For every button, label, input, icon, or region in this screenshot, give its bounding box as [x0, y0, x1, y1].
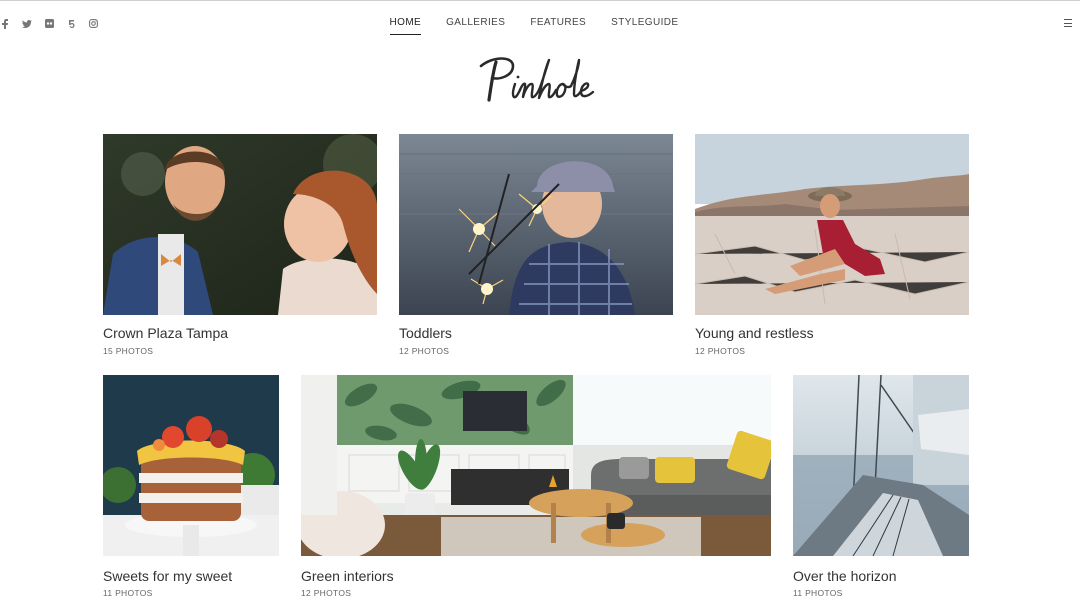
gallery-card[interactable]: Sweets for my sweet 11 PHOTOS — [103, 375, 279, 605]
gallery-title[interactable]: Young and restless — [695, 325, 814, 341]
gallery-title[interactable]: Sweets for my sweet — [103, 568, 232, 584]
gallery-count: 12 PHOTOS — [399, 346, 450, 356]
gallery-count: 12 PHOTOS — [695, 346, 746, 356]
gallery-count: 12 PHOTOS — [301, 588, 352, 598]
gallery-card[interactable]: Green interiors 12 PHOTOS — [301, 375, 771, 605]
top-border — [0, 0, 1080, 1]
gallery-title[interactable]: Crown Plaza Tampa — [103, 325, 228, 341]
menu-icon[interactable] — [1064, 19, 1072, 27]
gallery-image-cake[interactable] — [103, 375, 279, 556]
site-logo[interactable]: Pinhole — [0, 54, 1080, 113]
gallery-count: 11 PHOTOS — [793, 588, 843, 598]
main-nav: HOME GALLERIES FEATURES STYLEGUIDE — [0, 17, 1080, 35]
logo-wordmark-icon — [479, 57, 595, 102]
gallery-image-sailboat[interactable] — [793, 375, 969, 556]
nav-features[interactable]: FEATURES — [530, 17, 586, 35]
logo-text: Pinhole — [605, 54, 606, 55]
gallery-image-interior[interactable] — [301, 375, 771, 556]
gallery-image-toddler[interactable] — [399, 134, 673, 315]
gallery-card[interactable]: Toddlers 12 PHOTOS — [399, 134, 673, 364]
gallery-count: 11 PHOTOS — [103, 588, 153, 598]
gallery-image-wedding[interactable] — [103, 134, 377, 315]
nav-galleries[interactable]: GALLERIES — [446, 17, 505, 35]
gallery-count: 15 PHOTOS — [103, 346, 154, 356]
nav-styleguide[interactable]: STYLEGUIDE — [611, 17, 678, 35]
gallery-title[interactable]: Over the horizon — [793, 568, 897, 584]
gallery-image-desert[interactable] — [695, 134, 969, 315]
gallery-title[interactable]: Green interiors — [301, 568, 394, 584]
nav-home[interactable]: HOME — [389, 17, 422, 35]
gallery-title[interactable]: Toddlers — [399, 325, 452, 341]
gallery-card[interactable]: Young and restless 12 PHOTOS — [695, 134, 969, 364]
gallery-card[interactable]: Crown Plaza Tampa 15 PHOTOS — [103, 134, 377, 364]
gallery-card[interactable]: Over the horizon 11 PHOTOS — [793, 375, 969, 605]
